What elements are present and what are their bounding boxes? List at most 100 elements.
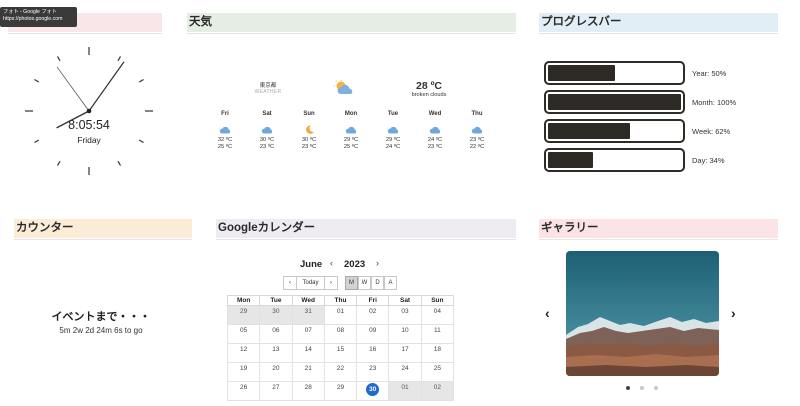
day-number: 01: [336, 308, 345, 315]
current-temperature: 28 ºC: [415, 80, 442, 92]
day-number: 13: [272, 346, 280, 353]
calendar-day[interactable]: 05: [226, 324, 261, 344]
view-button[interactable]: W: [358, 276, 371, 290]
calendar-day[interactable]: 15: [323, 343, 358, 363]
forecast-day-name: Fri: [221, 111, 229, 117]
day-number: 21: [304, 365, 312, 372]
next-period-button[interactable]: ›: [324, 276, 338, 290]
gallery-image[interactable]: [566, 251, 719, 376]
weather-location: 東京都 WEATHER: [240, 81, 296, 95]
calendar-month: June: [300, 259, 323, 270]
calendar-day[interactable]: 31: [291, 305, 325, 325]
clock-tick: [56, 56, 61, 62]
forecast-low: 23 ºC: [301, 144, 317, 150]
calendar-day[interactable]: 10: [388, 324, 422, 344]
chevron-left-icon: ‹: [289, 280, 291, 286]
day-number: 02: [433, 384, 441, 391]
day-number: 31: [304, 308, 312, 315]
calendar-day[interactable]: 29: [323, 381, 358, 401]
forecast-low: 25 ºC: [217, 144, 233, 150]
calendar-day[interactable]: 02: [356, 305, 390, 325]
calendar-day[interactable]: 17: [388, 343, 422, 363]
calendar-day[interactable]: 03: [388, 305, 422, 325]
calendar-day[interactable]: 06: [259, 324, 293, 344]
forecast-low: 24 ºC: [385, 144, 401, 150]
countdown-remaining: 5m 2w 2d 24m 6s to go: [59, 326, 143, 335]
calendar-day[interactable]: 27: [259, 381, 293, 401]
calendar-day[interactable]: 18: [420, 343, 455, 363]
calendar-day[interactable]: 26: [226, 381, 261, 401]
forecast-day-name: Tue: [387, 111, 399, 117]
day-number: 16: [369, 346, 377, 353]
calendar-day[interactable]: 30: [259, 305, 293, 325]
link-tooltip: フォト - Google フォト https://photos.google.c…: [0, 7, 77, 27]
forecast-day: Sun 30 ºC 23 ºC: [288, 108, 330, 164]
weekday-label: Sun: [420, 295, 455, 306]
gallery-next-button[interactable]: ›: [731, 305, 736, 321]
analog-clock: [25, 47, 153, 175]
calendar-day[interactable]: 13: [259, 343, 293, 363]
calendar-grid: Mon Tue Wed Thu Fri Sat Sun 29 30 31 01 02 03 04 05 06…: [226, 295, 455, 401]
calendar-day[interactable]: 29: [226, 305, 261, 325]
gallery-dot[interactable]: [640, 386, 644, 390]
day-number: 08: [336, 327, 345, 334]
calendar-day[interactable]: 11: [420, 324, 455, 344]
progress-label: Month: 100%: [692, 98, 737, 107]
calendar-week: 29 30 31 01 02 03 04: [226, 305, 455, 325]
calendar-day[interactable]: 21: [291, 362, 325, 382]
day-number: 18: [433, 346, 441, 353]
progress-label: Week: 62%: [692, 127, 731, 136]
day-number: 27: [272, 384, 280, 391]
calendar-day[interactable]: 22: [323, 362, 358, 382]
cloud-icon: [246, 121, 288, 137]
weekday-label: Mon: [226, 295, 261, 306]
forecast-day-name: Sun: [303, 111, 315, 117]
day-number: 26: [240, 384, 248, 391]
forecast-high: 23 ºC: [469, 137, 485, 143]
day-number: 17: [401, 346, 409, 353]
gallery-dot[interactable]: [626, 386, 630, 390]
day-number: 03: [401, 308, 409, 315]
forecast-high: 30 ºC: [259, 137, 275, 143]
today-button[interactable]: Today: [296, 276, 325, 290]
calendar-day[interactable]: 07: [291, 324, 325, 344]
forecast-high: 29 ºC: [343, 137, 359, 143]
calendar-day[interactable]: 02: [420, 381, 455, 401]
calendar-day[interactable]: 24: [388, 362, 422, 382]
next-month-button[interactable]: ›: [376, 258, 379, 268]
digital-time: 8:05:54: [68, 118, 110, 132]
moon-icon: [288, 121, 330, 137]
progress-label: Day: 34%: [692, 156, 725, 165]
gallery-dot[interactable]: [654, 386, 658, 390]
view-button[interactable]: A: [384, 276, 397, 290]
calendar-day[interactable]: 20: [259, 362, 293, 382]
calendar-day[interactable]: 16: [356, 343, 390, 363]
prev-period-button[interactable]: ‹: [283, 276, 297, 290]
day-number: 01: [401, 384, 409, 391]
calendar-day[interactable]: 08: [323, 324, 358, 344]
calendar-day[interactable]: 25: [420, 362, 455, 382]
calendar-day[interactable]: 09: [356, 324, 390, 344]
calendar-week: 12 13 14 15 16 17 18: [226, 343, 455, 363]
calendar-day-today[interactable]: 30: [356, 381, 390, 401]
view-button[interactable]: D: [371, 276, 384, 290]
forecast-high: 32 ºC: [217, 137, 233, 143]
day-number: 04: [433, 308, 441, 315]
location-subtitle: WEATHER: [254, 89, 282, 95]
calendar-day[interactable]: 28: [291, 381, 325, 401]
forecast-low: 25 ºC: [343, 144, 359, 150]
forecast-high: 24 ºC: [427, 137, 443, 143]
day-number: 30: [272, 308, 280, 315]
calendar-day[interactable]: 01: [323, 305, 358, 325]
calendar-year: 2023: [344, 259, 366, 270]
prev-month-button[interactable]: ‹: [330, 258, 333, 268]
calendar-day[interactable]: 01: [388, 381, 422, 401]
divider: [8, 33, 162, 34]
calendar-day[interactable]: 12: [226, 343, 261, 363]
calendar-day[interactable]: 19: [226, 362, 261, 382]
calendar-day[interactable]: 23: [356, 362, 390, 382]
gallery-prev-button[interactable]: ‹: [545, 305, 550, 321]
calendar-day[interactable]: 04: [420, 305, 455, 325]
view-button[interactable]: M: [345, 276, 358, 290]
calendar-day[interactable]: 14: [291, 343, 325, 363]
